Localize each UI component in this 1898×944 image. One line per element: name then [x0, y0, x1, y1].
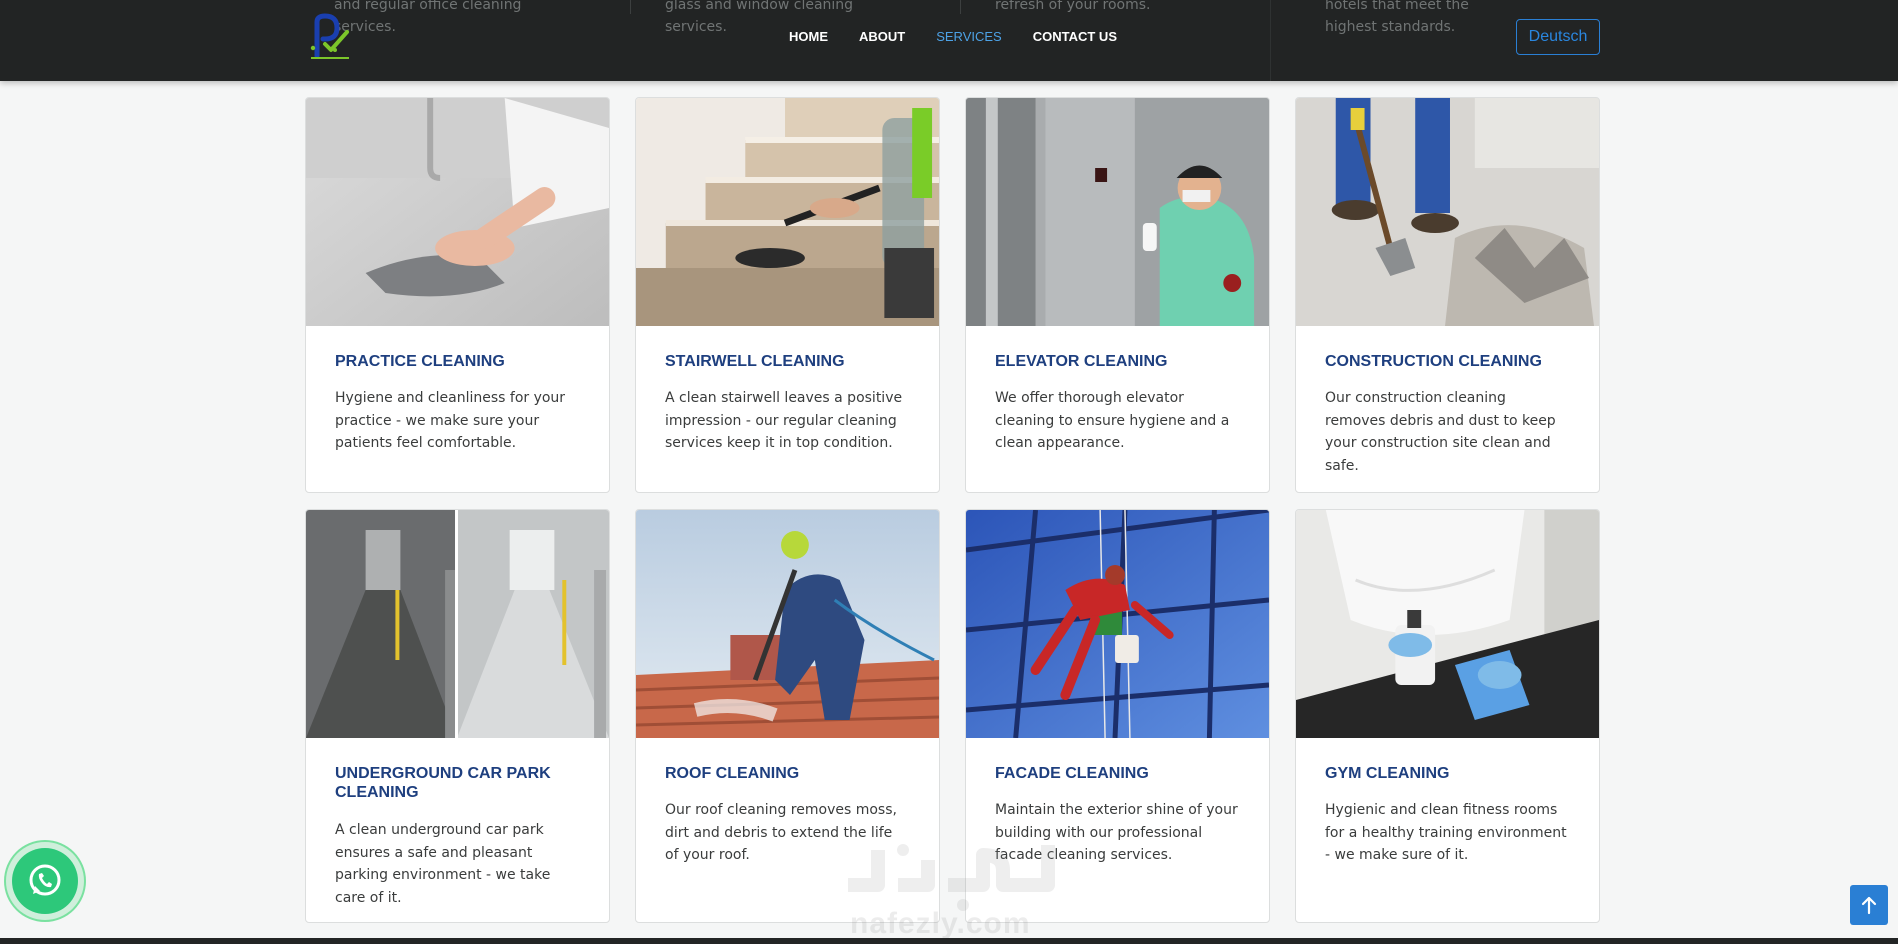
service-card-construction: CONSTRUCTION CLEANING Our construction c…: [1295, 97, 1600, 493]
service-title: UNDERGROUND CAR PARK CLEANING: [335, 765, 551, 801]
service-image: [1296, 510, 1599, 738]
service-title: FACADE CLEANING: [995, 765, 1149, 782]
service-title: ROOF CLEANING: [665, 765, 800, 782]
whatsapp-button-inner: [12, 848, 78, 914]
service-title: CONSTRUCTION CLEANING: [1325, 353, 1542, 370]
watermark-text: nafezly.com: [850, 907, 1031, 940]
logo-icon: [310, 13, 349, 59]
nav-about[interactable]: ABOUT: [859, 29, 905, 44]
service-description: Our construction cleaning removes debris…: [1325, 390, 1556, 474]
whatsapp-icon: [29, 864, 61, 896]
main-nav: HOME ABOUT SERVICES CONTACT US: [789, 29, 1117, 44]
service-image: [636, 510, 939, 738]
service-title: GYM CLEANING: [1325, 765, 1450, 782]
scroll-to-top-button[interactable]: [1850, 885, 1888, 925]
services-grid: PRACTICE CLEANING Hygiene and cleanlines…: [305, 97, 1600, 923]
footer-edge: [0, 938, 1898, 944]
service-image: [636, 98, 939, 326]
behind-divider: [630, 0, 631, 14]
whatsapp-button[interactable]: [4, 840, 86, 922]
service-card-gym: GYM CLEANING Hygienic and clean fitness …: [1295, 509, 1600, 923]
behind-text-1: and regular office cleaning services.: [334, 0, 522, 35]
behind-text-4: hotels that meet the highest standards.: [1325, 0, 1469, 35]
service-card-roof: ROOF CLEANING Our roof cleaning removes …: [635, 509, 940, 923]
company-logo[interactable]: [305, 12, 355, 62]
nav-contact[interactable]: CONTACT US: [1033, 29, 1117, 44]
service-image: [306, 98, 609, 326]
service-title: ELEVATOR CLEANING: [995, 353, 1168, 370]
service-card-practice: PRACTICE CLEANING Hygiene and cleanlines…: [305, 97, 610, 493]
nav-services[interactable]: SERVICES: [936, 29, 1002, 44]
service-card-stairwell: STAIRWELL CLEANING A clean stairwell lea…: [635, 97, 940, 493]
service-description: Hygienic and clean fitness rooms for a h…: [1325, 802, 1567, 863]
behind-divider: [960, 0, 961, 14]
service-image: [966, 510, 1269, 738]
service-description: A clean underground car park ensures a s…: [335, 822, 551, 906]
language-button[interactable]: Deutsch: [1516, 19, 1600, 55]
service-image: [966, 98, 1269, 326]
behind-divider: [1270, 0, 1271, 81]
behind-text-3: refresh of your rooms.: [995, 0, 1151, 13]
nav-home[interactable]: HOME: [789, 29, 828, 44]
arrow-up-icon: [1861, 896, 1877, 915]
site-header: and regular office cleaning services. gl…: [0, 0, 1898, 81]
service-card-elevator: ELEVATOR CLEANING We offer thorough elev…: [965, 97, 1270, 493]
service-description: Our roof cleaning removes moss, dirt and…: [665, 802, 897, 863]
service-image: [306, 510, 609, 738]
service-card-facade: FACADE CLEANING Maintain the exterior sh…: [965, 509, 1270, 923]
service-description: Hygiene and cleanliness for your practic…: [335, 390, 566, 451]
service-description: A clean stairwell leaves a positive impr…: [665, 390, 903, 451]
service-image: [1296, 98, 1599, 326]
service-description: Maintain the exterior shine of your buil…: [995, 802, 1238, 863]
service-title: PRACTICE CLEANING: [335, 353, 505, 370]
service-card-underground-car-park: UNDERGROUND CAR PARK CLEANING A clean un…: [305, 509, 610, 923]
service-description: We offer thorough elevator cleaning to e…: [995, 390, 1230, 451]
service-title: STAIRWELL CLEANING: [665, 353, 845, 370]
